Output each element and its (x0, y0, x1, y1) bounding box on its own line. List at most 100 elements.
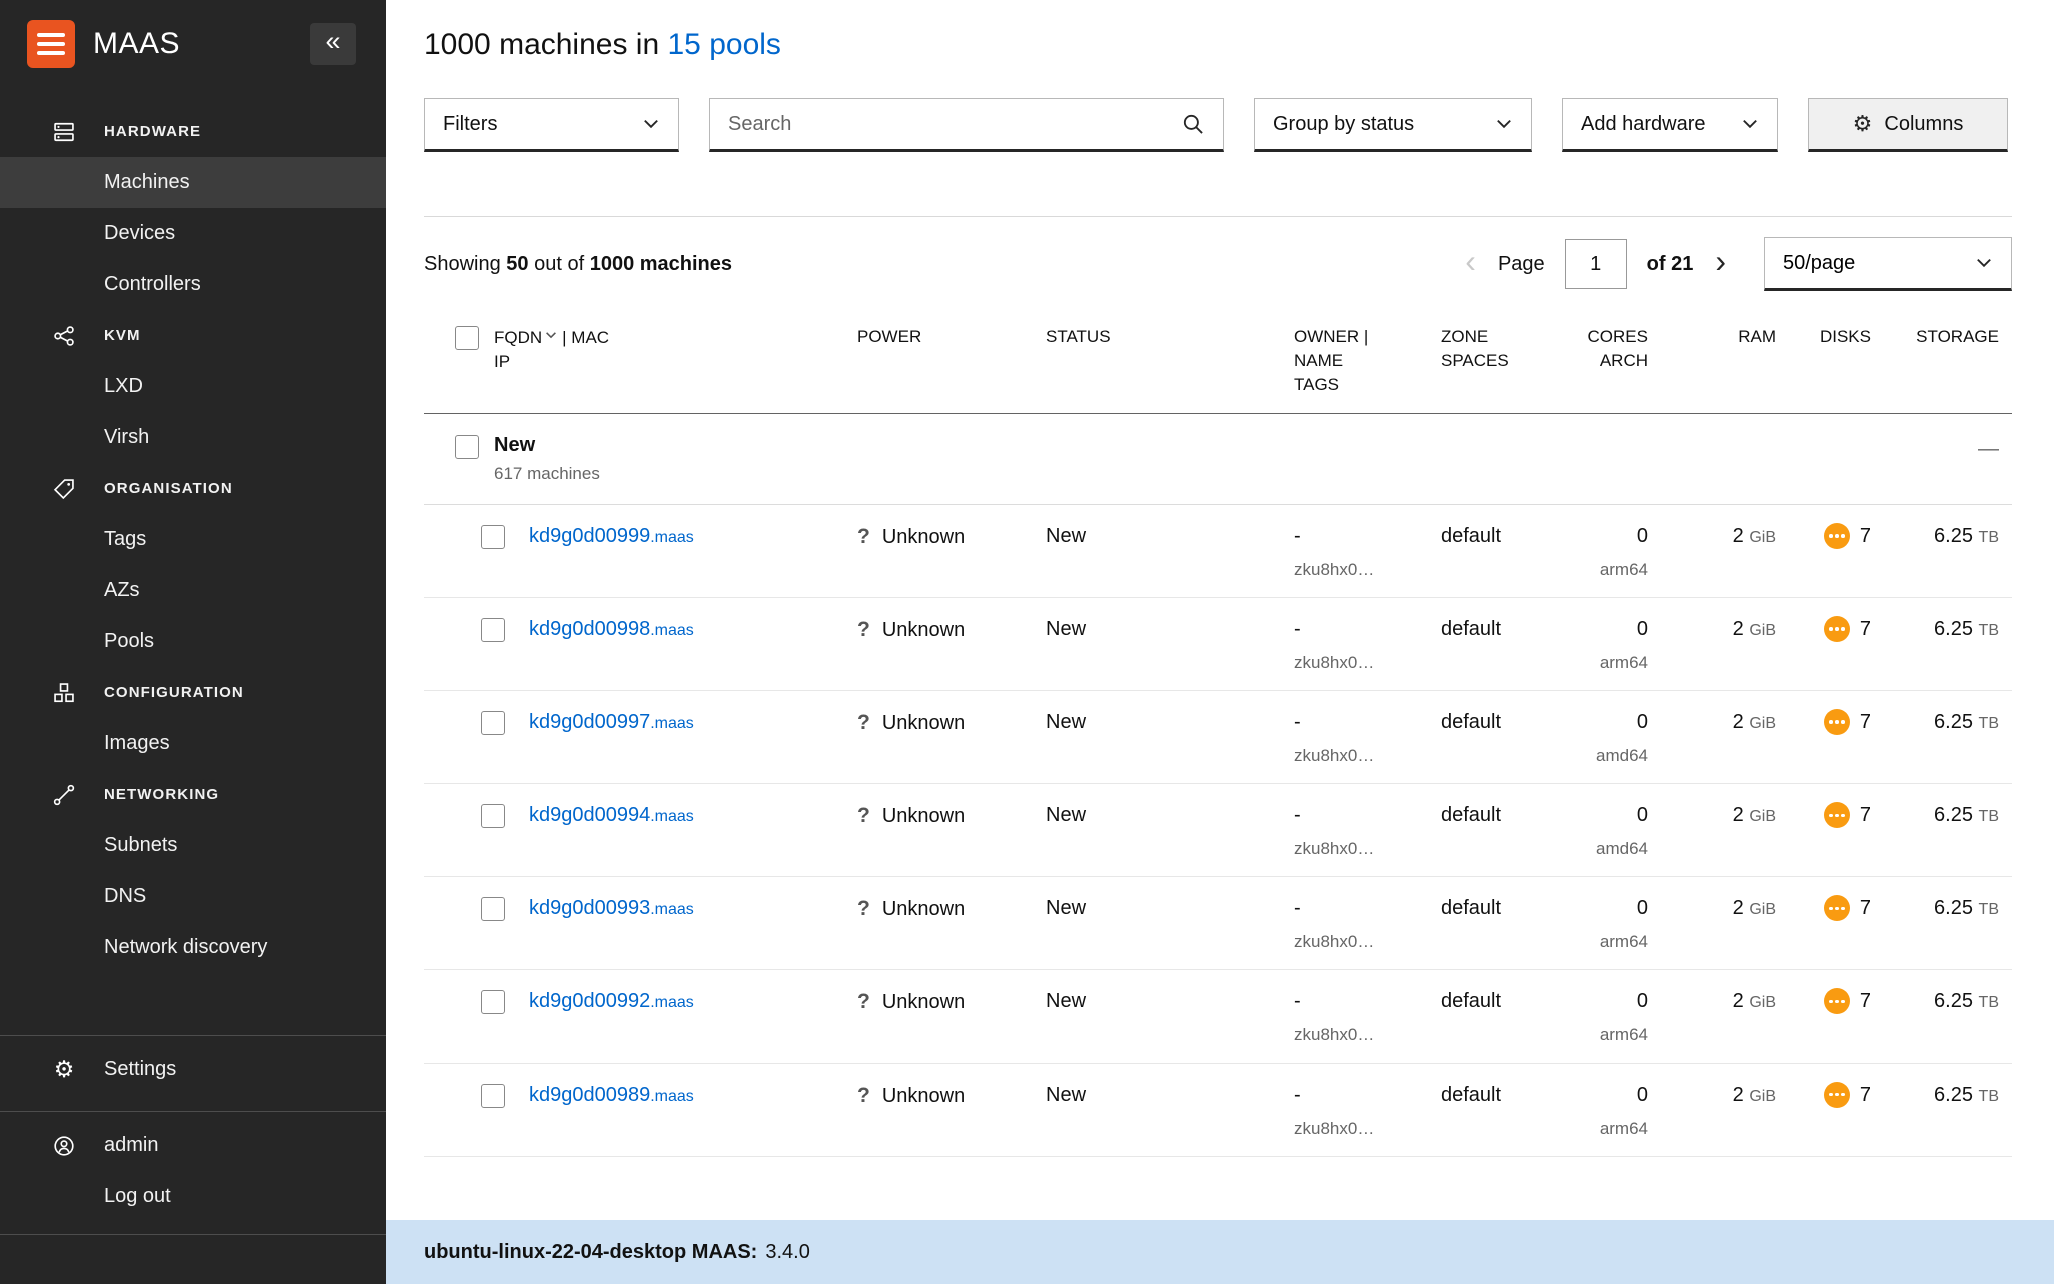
column-header-storage[interactable]: STORAGE (1871, 325, 2012, 349)
machine-link[interactable]: kd9g0d00993.maas (529, 895, 694, 921)
storage-value: 6.25 (1934, 618, 1973, 640)
column-header-owner[interactable]: OWNER | NAME TAGS (1294, 325, 1441, 397)
cores-value: 0 (1560, 1082, 1648, 1108)
storage-unit: TB (1979, 808, 1999, 825)
storage-unit: TB (1979, 529, 1999, 546)
sidebar-item-azs[interactable]: AZs (0, 565, 386, 616)
power-status: Unknown (882, 1083, 965, 1109)
sidebar-item-pools[interactable]: Pools (0, 616, 386, 667)
storage-cell: 6.25 TB (1871, 709, 2012, 735)
machine-link[interactable]: kd9g0d00989.maas (529, 1082, 694, 1108)
storage-unit: TB (1979, 994, 1999, 1011)
group-info: New 617 machines (494, 434, 857, 484)
sidebar-item-logout[interactable]: Log out (0, 1171, 386, 1222)
brand-name: MAAS (93, 27, 180, 61)
showing-middle: out of (534, 253, 584, 275)
machine-fqdn: kd9g0d00998 (529, 618, 650, 640)
storage-value: 6.25 (1934, 990, 1973, 1012)
column-header-power[interactable]: POWER (857, 325, 1046, 349)
sidebar-item-controllers[interactable]: Controllers (0, 259, 386, 310)
status-cell: New (1046, 802, 1294, 828)
owner-name-tag: zku8hx0… (1294, 652, 1441, 674)
sidebar-divider (0, 1111, 386, 1112)
next-page-button[interactable]: › (1713, 245, 1728, 283)
column-header-cores[interactable]: CORES ARCH (1560, 325, 1648, 373)
unknown-power-icon: ? (857, 523, 870, 550)
machine-link[interactable]: kd9g0d00992.maas (529, 988, 694, 1014)
power-status: Unknown (882, 989, 965, 1015)
previous-page-button[interactable]: ‹ (1463, 245, 1478, 283)
gear-icon: ⚙ (52, 1058, 76, 1082)
zone-cell: default (1441, 895, 1560, 921)
main-area: 1000 machines in 15 pools Filters Group … (386, 0, 2054, 1284)
column-header-status[interactable]: STATUS (1046, 325, 1294, 349)
ram-cell: 2 GiB (1648, 709, 1776, 735)
ram-value: 2 (1733, 897, 1744, 919)
storage-value: 6.25 (1934, 711, 1973, 733)
group-collapse-button[interactable]: — (1871, 438, 2012, 459)
sidebar-section-configuration[interactable]: CONFIGURATION (0, 667, 386, 718)
owner-cell: - zku8hx0… (1294, 988, 1441, 1046)
column-header-fqdn[interactable]: FQDN| MAC IP (494, 325, 857, 374)
power-status: Unknown (882, 803, 965, 829)
power-cell: ? Unknown (857, 523, 1046, 550)
per-page-select[interactable]: 50/page (1764, 237, 2012, 291)
add-hardware-dropdown[interactable]: Add hardware (1562, 98, 1778, 152)
sidebar-item-label: Settings (104, 1058, 176, 1081)
column-header-ram[interactable]: RAM (1648, 325, 1776, 349)
sidebar-section-kvm[interactable]: KVM (0, 310, 386, 361)
sidebar-item-subnets[interactable]: Subnets (0, 820, 386, 871)
cores-header-line: CORES (1560, 325, 1648, 349)
ram-unit: GiB (1749, 994, 1776, 1011)
section-label: NETWORKING (104, 786, 219, 803)
arch-value: arm64 (1560, 1118, 1648, 1140)
select-all-checkbox[interactable] (455, 326, 479, 350)
sidebar-item-dns[interactable]: DNS (0, 871, 386, 922)
search-input[interactable] (728, 113, 1181, 136)
sidebar-collapse-button[interactable]: « (310, 23, 356, 65)
sidebar-item-devices[interactable]: Devices (0, 208, 386, 259)
filters-dropdown[interactable]: Filters (424, 98, 679, 152)
table-row: kd9g0d00994.maas ? Unknown New - zku8hx0… (424, 784, 2012, 877)
machine-link[interactable]: kd9g0d00994.maas (529, 802, 694, 828)
owner-name-tag: zku8hx0… (1294, 559, 1441, 581)
columns-button[interactable]: ⚙ Columns (1808, 98, 2008, 152)
pools-link[interactable]: 15 pools (668, 28, 781, 61)
disks-value: 7 (1860, 895, 1871, 921)
sidebar-item-label: Devices (104, 222, 175, 245)
machine-link[interactable]: kd9g0d00999.maas (529, 523, 694, 549)
sidebar-section-hardware[interactable]: HARDWARE (0, 106, 386, 157)
sidebar-item-machines[interactable]: Machines (0, 157, 386, 208)
page-number-input[interactable] (1565, 239, 1627, 289)
zone-cell: default (1441, 616, 1560, 642)
chevron-down-icon (1495, 115, 1513, 133)
sidebar-section-organisation[interactable]: ORGANISATION (0, 463, 386, 514)
sidebar-item-lxd[interactable]: LXD (0, 361, 386, 412)
page-title: 1000 machines in 15 pools (424, 28, 2012, 62)
machine-link[interactable]: kd9g0d00998.maas (529, 616, 694, 642)
sidebar-item-virsh[interactable]: Virsh (0, 412, 386, 463)
cores-cell: 0 arm64 (1560, 895, 1648, 953)
column-header-disks[interactable]: DISKS (1776, 325, 1871, 349)
machine-domain: .maas (650, 994, 694, 1011)
group-checkbox[interactable] (455, 435, 479, 459)
sidebar-item-network-discovery[interactable]: Network discovery (0, 922, 386, 973)
group-by-dropdown[interactable]: Group by status (1254, 98, 1532, 152)
sidebar-section-networking[interactable]: NETWORKING (0, 769, 386, 820)
gear-icon: ⚙ (1853, 113, 1873, 135)
machine-domain: .maas (650, 808, 694, 825)
cores-value: 0 (1560, 523, 1648, 549)
sidebar-item-tags[interactable]: Tags (0, 514, 386, 565)
cores-value: 0 (1560, 616, 1648, 642)
column-header-zone[interactable]: ZONE SPACES (1441, 325, 1560, 373)
machine-link[interactable]: kd9g0d00997.maas (529, 709, 694, 735)
sidebar-item-images[interactable]: Images (0, 718, 386, 769)
sidebar-item-settings[interactable]: ⚙ Settings (0, 1044, 386, 1095)
storage-unit: TB (1979, 715, 1999, 732)
page-total: of 21 (1647, 253, 1694, 276)
owner-cell: - zku8hx0… (1294, 709, 1441, 767)
sidebar-bottom: ⚙ Settings admin Log out (0, 1019, 386, 1284)
fqdn-cell: kd9g0d00997.maas (494, 709, 857, 735)
sidebar-item-label: Virsh (104, 426, 149, 449)
sidebar-item-admin[interactable]: admin (0, 1120, 386, 1171)
